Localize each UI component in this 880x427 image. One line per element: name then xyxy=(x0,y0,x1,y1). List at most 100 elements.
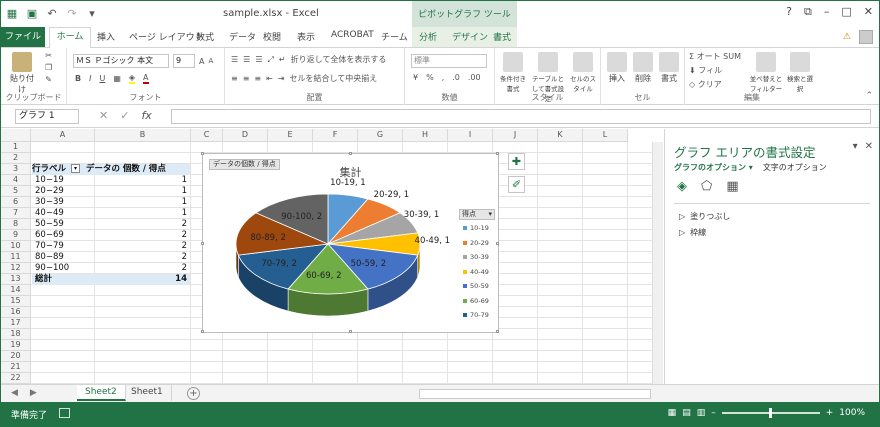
customize-qat-icon[interactable]: ▾ xyxy=(85,6,99,20)
font-size-select[interactable]: 9 xyxy=(173,54,195,68)
collapse-ribbon-icon[interactable]: ⌃ xyxy=(865,91,873,101)
tab-design[interactable]: デザイン xyxy=(452,30,488,43)
undo-icon[interactable]: ↶ xyxy=(45,6,59,20)
tab-acrobat[interactable]: ACROBAT xyxy=(331,30,374,40)
sheet-tab-sheet1[interactable]: Sheet1 xyxy=(123,385,172,401)
merge-center-button[interactable]: セルを結合して中央揃え xyxy=(290,73,378,84)
table-row[interactable]: 10−19 1 xyxy=(32,175,190,186)
row-header[interactable]: 3 xyxy=(1,164,31,175)
decimal-decrease-icon[interactable]: .00 xyxy=(468,73,481,82)
clear-button[interactable]: ◇ クリア xyxy=(689,79,722,90)
tab-format[interactable]: 書式 xyxy=(493,30,511,43)
align-center-icon[interactable]: ≡ xyxy=(243,74,250,83)
column-header[interactable]: C xyxy=(191,129,223,142)
wrap-text-icon[interactable]: ↵ xyxy=(279,55,286,64)
pane-close-icon[interactable]: ✕ xyxy=(865,141,873,152)
save-icon[interactable]: ▣ xyxy=(25,6,39,20)
percent-button[interactable]: % xyxy=(426,73,434,82)
table-row[interactable]: 90−100 2 xyxy=(32,263,190,274)
tab-chart-options[interactable]: グラフのオプション ▾ xyxy=(674,162,753,173)
cut-icon[interactable]: ✂ xyxy=(45,51,52,60)
row-header[interactable]: 1 xyxy=(1,142,31,153)
row-header[interactable]: 9 xyxy=(1,230,31,241)
zoom-out-icon[interactable]: – xyxy=(711,408,716,418)
pie-data-label[interactable]: 40-49, 1 xyxy=(415,236,451,246)
table-row[interactable]: 40−49 1 xyxy=(32,208,190,219)
legend-field-button[interactable]: 得点 ▾ xyxy=(459,209,495,220)
page-layout-view-icon[interactable]: ▤ xyxy=(682,408,691,418)
zoom-level[interactable]: 100% xyxy=(839,408,865,418)
row-header[interactable]: 16 xyxy=(1,307,31,318)
chart-styles-button[interactable]: ✐ xyxy=(508,176,525,193)
column-header[interactable]: H xyxy=(403,129,448,142)
redo-icon[interactable]: ↷ xyxy=(65,6,79,20)
row-header[interactable]: 13 xyxy=(1,274,31,285)
legend-item[interactable]: 10-19 xyxy=(463,224,489,232)
row-header[interactable]: 19 xyxy=(1,340,31,351)
row-header[interactable]: 2 xyxy=(1,153,31,164)
effects-icon[interactable]: ⬠ xyxy=(701,179,712,194)
pie-data-label[interactable]: 20-29, 1 xyxy=(374,190,410,200)
row-header[interactable]: 15 xyxy=(1,296,31,307)
name-box[interactable]: グラフ 1 xyxy=(15,109,79,124)
size-properties-icon[interactable]: ▦ xyxy=(726,179,738,194)
format-painter-icon[interactable]: ✎ xyxy=(45,75,52,84)
column-header[interactable]: L xyxy=(583,129,628,142)
column-header[interactable]: A xyxy=(31,129,95,142)
tab-view[interactable]: 表示 xyxy=(297,30,315,43)
pane-section-border[interactable]: ▷ 枠線 xyxy=(679,227,706,238)
avatar[interactable] xyxy=(859,30,873,44)
conditional-format-button[interactable]: 条件付き書式 xyxy=(497,52,529,93)
macro-record-icon[interactable] xyxy=(59,408,70,418)
column-header[interactable]: E xyxy=(268,129,313,142)
tab-formulas[interactable]: 数式 xyxy=(196,30,214,43)
close-button[interactable]: ✕ xyxy=(864,5,873,19)
resize-handle[interactable] xyxy=(496,330,499,333)
table-row[interactable]: 80−89 2 xyxy=(32,252,190,263)
number-format-select[interactable]: 標準 xyxy=(411,54,487,68)
column-header[interactable]: F xyxy=(313,129,358,142)
minimize-button[interactable]: – xyxy=(824,5,830,19)
select-all-corner[interactable] xyxy=(1,129,31,142)
insert-cells-button[interactable]: 挿入 xyxy=(605,52,629,84)
tab-review[interactable]: 校閲 xyxy=(263,30,281,43)
row-header[interactable]: 17 xyxy=(1,318,31,329)
indent-increase-icon[interactable]: ⇥ xyxy=(278,74,285,83)
row-header[interactable]: 7 xyxy=(1,208,31,219)
row-header[interactable]: 22 xyxy=(1,373,31,384)
wrap-text-button[interactable]: 折り返して全体を表示する xyxy=(291,54,387,65)
table-row[interactable]: 60−69 2 xyxy=(32,230,190,241)
resize-handle[interactable] xyxy=(201,152,204,155)
pivot-filter-button[interactable]: ▾ xyxy=(70,164,80,173)
font-name-select[interactable]: ＭＳ Ｐゴシック 本文 xyxy=(73,54,169,68)
zoom-in-icon[interactable]: + xyxy=(826,408,834,418)
comma-button[interactable]: , xyxy=(442,73,445,82)
align-bottom-icon[interactable]: ☰ xyxy=(255,55,262,64)
column-header[interactable]: J xyxy=(493,129,538,142)
shrink-font-button[interactable]: A xyxy=(208,57,213,65)
add-sheet-button[interactable]: + xyxy=(187,387,200,400)
decimal-increase-icon[interactable]: .0 xyxy=(452,73,460,82)
enter-icon[interactable]: ✓ xyxy=(120,109,129,122)
row-header[interactable]: 12 xyxy=(1,263,31,274)
pane-options-icon[interactable]: ▾ xyxy=(853,141,858,152)
fill-color-icon[interactable]: ◈ xyxy=(128,73,136,84)
row-header[interactable]: 21 xyxy=(1,362,31,373)
page-break-view-icon[interactable]: ▥ xyxy=(697,408,706,418)
format-cells-button[interactable]: 書式 xyxy=(657,52,681,84)
resize-handle[interactable] xyxy=(349,330,352,333)
find-select-button[interactable]: 検索と選択 xyxy=(785,52,815,93)
next-sheet-icon[interactable]: ▶ xyxy=(30,388,37,398)
table-row[interactable]: 50−59 2 xyxy=(32,219,190,230)
grow-font-button[interactable]: A xyxy=(199,57,204,66)
row-header[interactable]: 4 xyxy=(1,175,31,186)
row-header[interactable]: 10 xyxy=(1,241,31,252)
row-header[interactable]: 8 xyxy=(1,219,31,230)
table-row[interactable]: 30−39 1 xyxy=(32,197,190,208)
column-header[interactable]: B xyxy=(95,129,191,142)
pie-data-label[interactable]: 60-69, 2 xyxy=(306,271,342,281)
align-left-icon[interactable]: ≡ xyxy=(231,74,238,83)
tab-page-layout[interactable]: ページ レイアウト xyxy=(129,30,204,43)
pie-data-label[interactable]: 50-59, 2 xyxy=(351,259,387,269)
zoom-knob[interactable] xyxy=(768,408,772,418)
